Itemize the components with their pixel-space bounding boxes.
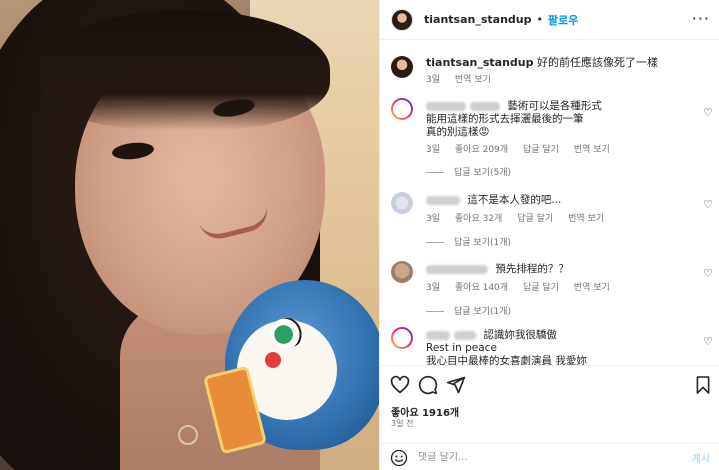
post-time: 3일 전 — [391, 419, 414, 428]
comment-text: 預先排程的？？ — [426, 263, 569, 276]
heart-icon[interactable]: ♡ — [703, 198, 713, 211]
caption-translate-link[interactable]: 번역 보기 — [455, 75, 491, 85]
caption-time: 3일 — [426, 75, 441, 85]
header-separator: • — [536, 13, 543, 26]
action-bar — [390, 375, 710, 399]
comment-time: 3일 — [426, 214, 441, 224]
commenter-avatar[interactable] — [391, 98, 413, 120]
comment-text: 藝術可以是各種形式 能用這樣的形式去揮灑最後的一筆 真的別這樣😡 — [426, 100, 602, 139]
post-comment-button[interactable]: 게시 — [692, 450, 710, 465]
comment-text: 這不是本人發的吧... — [426, 194, 561, 207]
comment-likes[interactable]: 좋아요 140개 — [455, 283, 508, 293]
comment-line: Rest in peace — [426, 342, 497, 354]
translate-link[interactable]: 번역 보기 — [574, 283, 610, 293]
reply-button[interactable]: 답글 달기 — [523, 145, 559, 155]
follow-button[interactable]: 팔로우 — [548, 12, 578, 28]
blurred-username — [426, 195, 460, 205]
photo-bangs — [40, 10, 330, 130]
comment-line: 能用這樣的形式去揮灑最後的一筆 — [426, 113, 584, 125]
heart-icon[interactable]: ♡ — [703, 335, 713, 348]
caption-meta: 3일 번역 보기 — [426, 72, 503, 85]
comment-time: 3일 — [426, 283, 441, 293]
emoji-icon[interactable] — [390, 449, 408, 467]
blurred-username — [426, 264, 488, 274]
comment-text: 認識妳我很驕傲 Rest in peace 我心目中最棒的女喜劇演員 我愛妳 — [426, 329, 587, 365]
bookmark-icon[interactable] — [695, 375, 711, 395]
comment-likes[interactable]: 좋아요 209개 — [455, 145, 508, 155]
reply-button[interactable]: 답글 달기 — [523, 283, 559, 293]
comment-likes[interactable]: 좋아요 32개 — [455, 214, 502, 224]
photo-necklace — [178, 425, 198, 445]
comment-line: 預先排程的？？ — [495, 263, 569, 275]
comment-input[interactable] — [418, 452, 658, 463]
photo-plush-eye — [270, 318, 304, 348]
comment-line: 我心目中最棒的女喜劇演員 我愛妳 — [426, 355, 587, 365]
view-replies-button[interactable]: 답글 보기(5개) — [426, 165, 511, 178]
caption-text-line: tiantsan_standup 好的前任應該像死了一樣 — [426, 56, 658, 70]
post-detail-panel: tiantsan_standup • 팔로우 ··· tiantsan_stan… — [379, 0, 719, 470]
more-horizontal-icon[interactable]: ··· — [692, 9, 710, 28]
comment-line: 真的別這樣😡 — [426, 126, 490, 138]
photo-plush-nose — [265, 352, 281, 368]
comment-bubble-icon[interactable] — [418, 375, 438, 395]
blurred-username — [470, 101, 500, 111]
comment-meta: 3일 좋아요 140개 답글 달기 번역 보기 — [426, 280, 622, 293]
like-count[interactable]: 좋아요 1916개 — [391, 404, 459, 419]
view-replies-button[interactable]: 답글 보기(1개) — [426, 235, 511, 248]
add-comment-bar: 게시 — [380, 443, 719, 470]
blurred-username — [426, 101, 466, 111]
comment-line: 這不是本人發的吧... — [467, 194, 562, 206]
caption-author-avatar[interactable] — [391, 56, 413, 78]
comment-meta: 3일 좋아요 209개 답글 달기 번역 보기 — [426, 142, 622, 155]
author-avatar[interactable] — [391, 8, 413, 31]
translate-link[interactable]: 번역 보기 — [574, 145, 610, 155]
commenter-avatar[interactable] — [391, 327, 413, 349]
post-photo[interactable] — [0, 0, 379, 470]
reply-button[interactable]: 답글 달기 — [517, 214, 553, 224]
caption-text: 好的前任應該像死了一樣 — [536, 56, 658, 69]
blurred-username — [426, 330, 450, 340]
comments-scroll-area[interactable]: tiantsan_standup 好的前任應該像死了一樣 3일 번역 보기 藝術… — [380, 40, 719, 365]
blurred-username — [454, 330, 476, 340]
like-heart-icon[interactable] — [390, 375, 410, 395]
comment-line: 認識妳我很驕傲 — [483, 329, 557, 341]
view-replies-button[interactable]: 답글 보기(1개) — [426, 304, 511, 317]
post-header: tiantsan_standup • 팔로우 ··· — [380, 0, 719, 40]
heart-icon[interactable]: ♡ — [703, 106, 713, 119]
comment-time: 3일 — [426, 145, 441, 155]
commenter-avatar[interactable] — [391, 261, 413, 283]
comment-line: 藝術可以是各種形式 — [507, 100, 602, 112]
author-username[interactable]: tiantsan_standup — [424, 13, 531, 26]
post-footer: 좋아요 1916개 3일 전 게시 — [380, 365, 719, 470]
commenter-avatar[interactable] — [391, 192, 413, 214]
translate-link[interactable]: 번역 보기 — [568, 214, 604, 224]
share-send-icon[interactable] — [446, 375, 466, 395]
heart-icon[interactable]: ♡ — [703, 267, 713, 280]
caption-username[interactable]: tiantsan_standup — [426, 56, 533, 69]
comment-meta: 3일 좋아요 32개 답글 달기 번역 보기 — [426, 211, 616, 224]
